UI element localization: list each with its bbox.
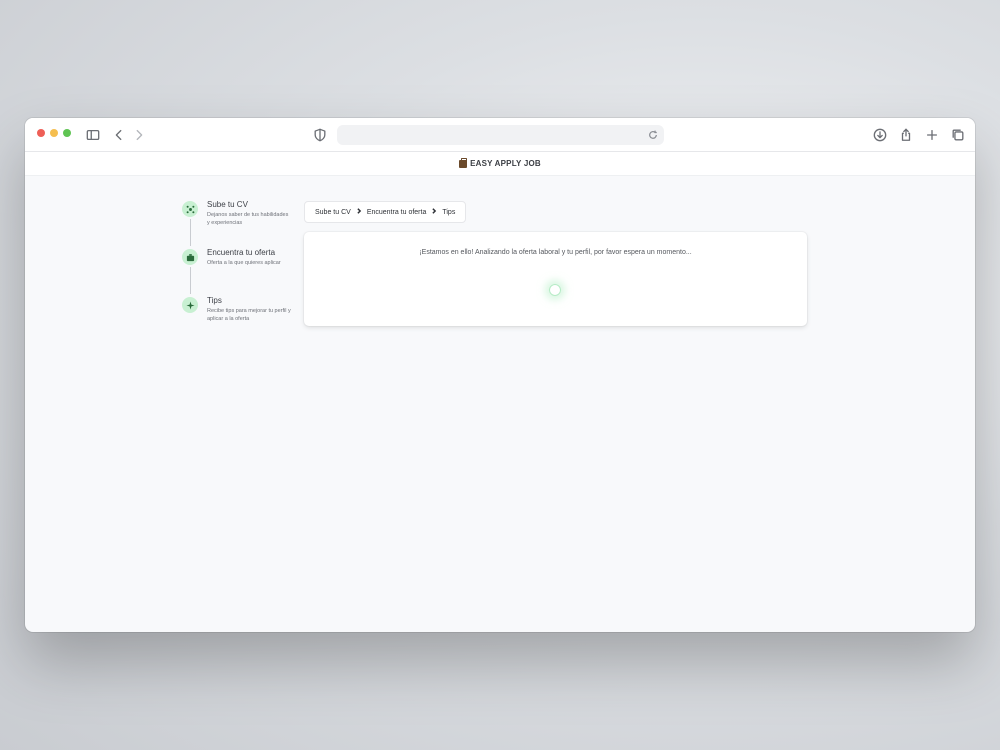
breadcrumb: Sube tu CV Encuentra tu oferta Tips bbox=[304, 201, 467, 223]
step-upload-cv[interactable]: Sube tu CV Dejanos saber de tus habilida… bbox=[182, 200, 292, 248]
step-title: Tips bbox=[207, 296, 222, 305]
chevron-right-icon bbox=[431, 208, 437, 216]
loading-spinner-icon bbox=[549, 284, 561, 296]
maximize-window-button[interactable] bbox=[63, 129, 71, 137]
breadcrumb-item[interactable]: Encuentra tu oferta bbox=[367, 209, 427, 216]
forward-icon[interactable] bbox=[131, 127, 147, 143]
download-icon[interactable] bbox=[872, 127, 888, 143]
browser-window: EASY APPLY JOB Sube tu CV Dejanos saber … bbox=[25, 118, 975, 632]
status-message: ¡Estamos en ello! Analizando la oferta l… bbox=[419, 249, 692, 256]
step-description: Dejanos saber de tus habilidades y exper… bbox=[207, 212, 289, 226]
step-find-offer[interactable]: Encuentra tu oferta Oferta a la que quie… bbox=[182, 248, 292, 296]
sparkle-icon bbox=[182, 297, 198, 313]
reload-icon[interactable] bbox=[646, 128, 660, 142]
minimize-window-button[interactable] bbox=[50, 129, 58, 137]
back-icon[interactable] bbox=[111, 127, 127, 143]
step-tips[interactable]: Tips Recibe tips para mejorar tu perfil … bbox=[182, 296, 292, 344]
tabs-icon[interactable] bbox=[950, 127, 966, 143]
chevron-right-icon bbox=[356, 208, 362, 216]
status-card: ¡Estamos en ello! Analizando la oferta l… bbox=[304, 232, 807, 326]
step-connector bbox=[190, 219, 191, 246]
step-connector bbox=[190, 267, 191, 294]
brand-logo[interactable]: EASY APPLY JOB bbox=[459, 157, 541, 168]
close-window-button[interactable] bbox=[37, 129, 45, 137]
browser-toolbar bbox=[25, 118, 975, 152]
app-header: EASY APPLY JOB bbox=[25, 152, 975, 176]
network-icon bbox=[182, 201, 198, 217]
share-icon[interactable] bbox=[898, 127, 914, 143]
window-controls bbox=[37, 129, 71, 137]
brand-name: EASY APPLY JOB bbox=[470, 159, 541, 168]
shield-icon[interactable] bbox=[312, 127, 328, 143]
briefcase-icon bbox=[182, 249, 198, 265]
briefcase-icon bbox=[459, 157, 468, 168]
step-description: Recibe tips para mejorar tu perfil y apl… bbox=[207, 308, 291, 322]
address-bar[interactable] bbox=[337, 125, 664, 145]
breadcrumb-item[interactable]: Tips bbox=[442, 209, 455, 216]
step-title: Encuentra tu oferta bbox=[207, 248, 276, 257]
breadcrumb-item[interactable]: Sube tu CV bbox=[315, 209, 351, 216]
step-description: Oferta a la que quieres aplicar bbox=[207, 260, 281, 266]
step-title: Sube tu CV bbox=[207, 200, 248, 209]
sidebar-icon[interactable] bbox=[85, 127, 101, 143]
progress-steps: Sube tu CV Dejanos saber de tus habilida… bbox=[182, 200, 292, 344]
new-tab-icon[interactable] bbox=[924, 127, 940, 143]
